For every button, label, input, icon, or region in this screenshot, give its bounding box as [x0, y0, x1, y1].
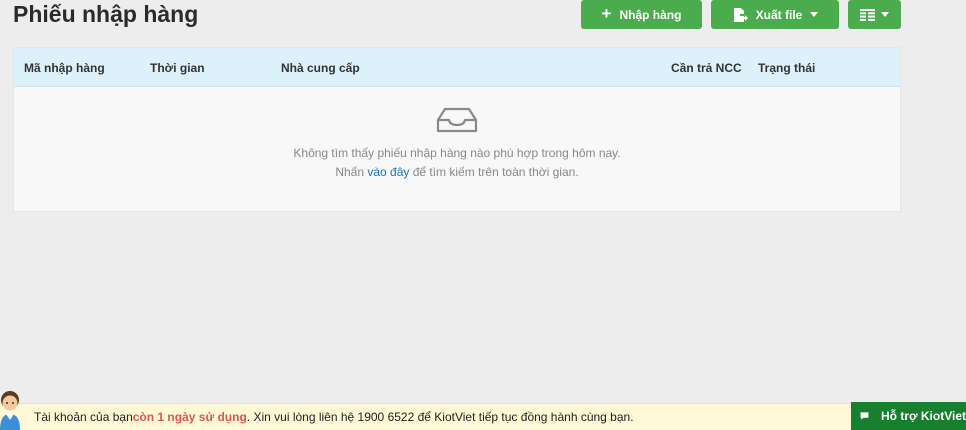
column-toggle-button[interactable] — [848, 0, 901, 29]
support-label: Hỗ trợ KiotViet — [881, 409, 966, 423]
table-header: Mã nhập hàng Thời gian Nhà cung cấp Cần … — [14, 48, 900, 87]
empty-inbox-icon — [436, 107, 478, 133]
file-export-icon — [733, 7, 748, 22]
empty-hint-text: Nhấn — [335, 165, 368, 179]
export-button-label: Xuất file — [755, 7, 803, 22]
column-header[interactable]: Thời gian — [150, 61, 205, 75]
search-all-time-link[interactable]: vào đây — [367, 165, 409, 179]
column-header[interactable]: Nhà cung cấp — [281, 61, 360, 75]
notice-prefix: Tài khoản của bạn — [34, 410, 133, 424]
column-list-icon — [860, 8, 875, 21]
notice-suffix: . Xin vui lòng liên hệ 1900 6522 để Kiot… — [246, 410, 634, 424]
empty-hint: Nhấn vào đây để tìm kiếm trên toàn thời … — [14, 163, 900, 182]
avatar-icon — [0, 391, 20, 430]
account-notice-bar: Tài khoản của bạn còn 1 ngày sử dụng. Xi… — [0, 403, 852, 430]
import-button-label: Nhập hàng — [619, 7, 682, 22]
chat-icon — [860, 412, 869, 420]
notice-highlight: còn 1 ngày sử dụng — [132, 410, 247, 424]
empty-hint-text: để tìm kiếm trên toàn thời gian. — [409, 165, 579, 179]
import-button[interactable]: + Nhập hàng — [581, 0, 702, 29]
chevron-down-icon — [810, 12, 819, 17]
column-header[interactable]: Trạng thái — [758, 61, 815, 75]
column-header[interactable]: Mã nhập hàng — [24, 61, 105, 75]
plus-icon: + — [601, 4, 612, 23]
purchase-order-table: Mã nhập hàng Thời gian Nhà cung cấp Cần … — [13, 47, 901, 212]
export-file-button[interactable]: Xuất file — [711, 0, 839, 29]
empty-state: Không tìm thấy phiếu nhập hàng nào phù h… — [14, 106, 900, 182]
support-button[interactable]: Hỗ trợ KiotViet — [851, 402, 966, 430]
chevron-down-icon — [881, 12, 889, 17]
column-header[interactable]: Cần trả NCC — [671, 61, 742, 75]
empty-message: Không tìm thấy phiếu nhập hàng nào phù h… — [293, 146, 621, 160]
page-title: Phiếu nhập hàng — [13, 1, 199, 27]
